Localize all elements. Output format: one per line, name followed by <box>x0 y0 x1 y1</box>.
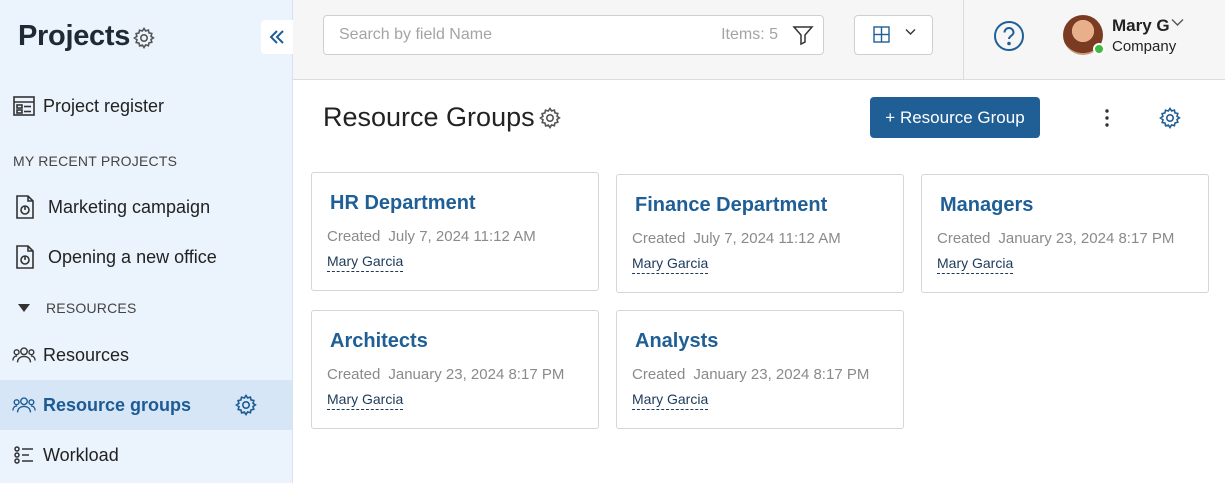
double-chevron-left-icon <box>269 30 284 44</box>
search-input[interactable] <box>339 16 699 54</box>
created-label: Created <box>632 366 686 383</box>
sidebar-title: Projects <box>18 20 131 52</box>
collapse-sidebar-button[interactable] <box>261 20 293 54</box>
card-user-link[interactable]: Mary Garcia <box>327 391 404 410</box>
grid-view-icon <box>873 26 890 43</box>
workload-icon <box>12 443 36 467</box>
created-label: Created <box>632 230 686 247</box>
card-user-link[interactable]: Mary Garcia <box>632 391 709 410</box>
top-bar: Items: 5 Mary G Company <box>293 0 1225 80</box>
user-company: Company <box>1112 38 1177 55</box>
card-created: Created July 7, 2024 11:12 AM <box>327 228 536 245</box>
people-icon <box>12 393 36 417</box>
search-box: Items: 5 <box>323 15 824 55</box>
card-user-link[interactable]: Mary Garcia <box>327 253 404 272</box>
card-title[interactable]: Finance Department <box>635 194 827 217</box>
section-header-recent-projects: MY RECENT PROJECTS <box>13 153 178 169</box>
sidebar-item-label: Resource groups <box>43 394 192 415</box>
created-label: Created <box>327 366 381 383</box>
chevron-down-icon[interactable] <box>1171 18 1184 27</box>
card-created: Created January 23, 2024 8:17 PM <box>632 366 869 383</box>
resource-group-card[interactable]: Architects Created January 23, 2024 8:17 … <box>311 310 599 429</box>
gear-icon[interactable] <box>132 26 156 50</box>
sidebar-item-label: Workload <box>43 444 119 465</box>
card-created: Created January 23, 2024 8:17 PM <box>937 230 1174 247</box>
card-created: Created January 23, 2024 8:17 PM <box>327 366 564 383</box>
page-title: Resource Groups <box>323 102 535 132</box>
sidebar-item-project-register[interactable]: Project register <box>0 81 292 131</box>
caret-down-icon <box>18 304 30 312</box>
user-name[interactable]: Mary G <box>1112 16 1170 36</box>
people-icon <box>12 343 36 367</box>
items-count: Items: 5 <box>721 26 778 43</box>
resource-group-card[interactable]: Finance Department Created July 7, 2024 1… <box>616 174 904 293</box>
created-date: January 23, 2024 8:17 PM <box>388 366 565 383</box>
resource-group-card[interactable]: Managers Created January 23, 2024 8:17 PM… <box>921 174 1209 293</box>
sidebar-item-label: Marketing campaign <box>48 196 211 217</box>
divider <box>963 0 964 80</box>
sidebar-item-marketing-campaign[interactable]: Marketing campaign <box>0 182 292 232</box>
add-resource-group-button[interactable]: + Resource Group <box>870 97 1040 138</box>
help-icon[interactable] <box>993 20 1025 52</box>
card-user-link[interactable]: Mary Garcia <box>937 255 1014 274</box>
resource-group-card[interactable]: HR Department Created July 7, 2024 11:12 … <box>311 172 599 291</box>
register-icon <box>12 94 36 118</box>
card-created: Created July 7, 2024 11:12 AM <box>632 230 841 247</box>
created-date: January 23, 2024 8:17 PM <box>998 230 1175 247</box>
sidebar-item-resource-groups[interactable]: Resource groups <box>0 380 292 430</box>
sidebar-item-opening-new-office[interactable]: Opening a new office <box>0 232 292 282</box>
created-date: July 7, 2024 11:12 AM <box>693 230 841 247</box>
card-title[interactable]: Managers <box>940 194 1033 217</box>
created-date: July 7, 2024 11:12 AM <box>388 228 536 245</box>
card-user-link[interactable]: Mary Garcia <box>632 255 709 274</box>
gear-icon[interactable] <box>1158 106 1182 130</box>
view-mode-button[interactable] <box>854 15 933 55</box>
sidebar-item-label: Opening a new office <box>48 246 217 267</box>
chevron-down-icon <box>905 29 916 35</box>
online-status-indicator <box>1093 43 1105 55</box>
card-title[interactable]: Architects <box>330 330 428 353</box>
resources-section-toggle[interactable]: RESOURCES <box>0 295 292 321</box>
project-document-icon <box>13 245 37 269</box>
gear-icon[interactable] <box>538 106 562 130</box>
sidebar-item-label: Resources <box>43 344 130 365</box>
sidebar-item-workload[interactable]: Workload <box>0 430 292 480</box>
resource-group-card[interactable]: Analysts Created January 23, 2024 8:17 PM… <box>616 310 904 429</box>
sidebar-item-resources[interactable]: Resources <box>0 330 292 380</box>
sidebar: Projects Project register MY RECENT PROJ… <box>0 0 293 483</box>
gear-icon[interactable] <box>234 393 258 417</box>
card-title[interactable]: HR Department <box>330 192 476 215</box>
section-header-resources: RESOURCES <box>46 300 137 316</box>
filter-icon[interactable] <box>792 24 814 46</box>
avatar[interactable] <box>1063 15 1105 55</box>
sidebar-item-label: Project register <box>43 95 165 116</box>
created-label: Created <box>937 230 991 247</box>
project-document-icon <box>13 195 37 219</box>
created-label: Created <box>327 228 381 245</box>
more-options-icon[interactable] <box>1096 106 1118 130</box>
created-date: January 23, 2024 8:17 PM <box>693 366 870 383</box>
card-title[interactable]: Analysts <box>635 330 718 353</box>
